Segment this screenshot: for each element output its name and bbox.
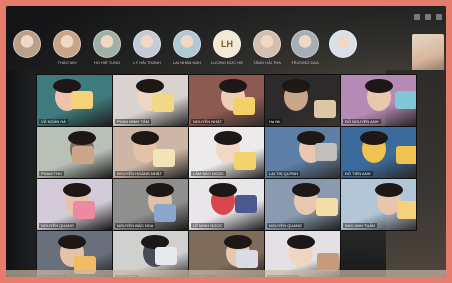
student-hair bbox=[63, 183, 91, 197]
video-tile[interactable]: NGUYỄN NHẬT bbox=[188, 74, 265, 127]
paper-craft bbox=[395, 91, 416, 109]
video-icon[interactable] bbox=[425, 14, 431, 20]
avatar-image bbox=[253, 30, 281, 58]
paper-craft bbox=[314, 100, 336, 118]
more-icon[interactable] bbox=[436, 14, 442, 20]
window-controls bbox=[414, 14, 442, 20]
participant-label: VŨ NGÂN HÀ bbox=[39, 119, 68, 124]
student-hair bbox=[214, 131, 242, 145]
participant-avatar[interactable]: THẢO NHI bbox=[48, 30, 86, 65]
paper-craft bbox=[317, 253, 339, 271]
student-hair bbox=[219, 79, 247, 93]
paper-craft bbox=[153, 149, 175, 167]
video-tile[interactable]: NGUYỄN HOÀNG NHẬT bbox=[112, 126, 189, 179]
avatar-image bbox=[93, 30, 121, 58]
participant-avatar[interactable]: LÝ HẢI THANH bbox=[128, 30, 166, 65]
video-tile[interactable]: LÊ MINH NGỌC bbox=[188, 178, 265, 231]
student-hair bbox=[209, 183, 237, 197]
student-hair bbox=[282, 79, 310, 93]
student-hair bbox=[287, 235, 315, 249]
participant-label: ĐỖ NGUYÊN ANH bbox=[343, 119, 381, 124]
participant-label: PHAN MINH TÂM bbox=[115, 119, 151, 124]
participant-label: LẠI THỊ QUỲNH bbox=[267, 171, 301, 176]
student-hair bbox=[375, 183, 403, 197]
participant-avatar[interactable]: HO HIỆ TUNG bbox=[88, 30, 126, 65]
paper-craft bbox=[235, 195, 257, 213]
avatar-image: LH bbox=[213, 30, 241, 58]
avatar-image bbox=[291, 30, 319, 58]
participant-label: NGUYỄN QUANG bbox=[267, 223, 304, 228]
monitor-screen: THẢO NHI HO HIỆ TUNG LÝ HẢI THANH LAI NHẬN … bbox=[6, 6, 446, 277]
avatar-image bbox=[133, 30, 161, 58]
student-hair bbox=[58, 235, 86, 249]
video-tile[interactable]: PHẠM THU bbox=[36, 126, 113, 179]
participant-label: ĐÀO ANH TUẤN bbox=[343, 223, 377, 228]
student-hair bbox=[292, 183, 320, 197]
video-tile[interactable]: ĐÀO ANH TUẤN bbox=[340, 178, 417, 231]
participant-avatar[interactable]: TRƯƠNG DAA bbox=[286, 30, 324, 65]
paper-craft bbox=[396, 146, 416, 164]
student-hair bbox=[131, 131, 159, 145]
participant-label: NGUYỄN HOÀNG NHẬT bbox=[115, 171, 164, 176]
avatar-image bbox=[173, 30, 201, 58]
avatar-name: LƯƠNG ĐỨC HĐ bbox=[210, 60, 244, 65]
participant-avatar[interactable] bbox=[324, 30, 362, 60]
desk-edge bbox=[6, 270, 446, 277]
paper-craft bbox=[397, 201, 416, 219]
avatar-name: LÝ HẢI THANH bbox=[133, 60, 161, 65]
student-hair bbox=[136, 79, 164, 93]
avatar-name: THẢO NHI bbox=[57, 60, 77, 65]
paper-craft bbox=[236, 250, 258, 268]
paper-craft bbox=[315, 143, 337, 161]
paper-craft bbox=[316, 198, 338, 216]
student-hair bbox=[224, 235, 252, 249]
video-tile[interactable]: ĐỖ NGUYÊN ANH bbox=[340, 74, 417, 127]
video-tile[interactable]: NGUYỄN QUANG bbox=[264, 178, 341, 231]
video-grid: VŨ NGÂN HÀ PHAN MINH TÂM NGUYỄN NHẬT Ha Nh Đ… bbox=[36, 74, 417, 277]
video-tile[interactable]: PHAN MINH TÂM bbox=[112, 74, 189, 127]
video-tile[interactable]: VŨ NGÂN HÀ bbox=[36, 74, 113, 127]
participant-label: LÊ MINH NGỌC bbox=[191, 223, 225, 228]
avatar-name: TRƯƠNG DAA bbox=[291, 60, 319, 65]
avatar-image bbox=[13, 30, 41, 58]
participant-label: NGUYỄN BẢO NGA bbox=[115, 223, 156, 228]
video-tile[interactable]: LÂM BẢO NGỌC bbox=[188, 126, 265, 179]
participant-avatar[interactable]: TÂNG HẢI THA bbox=[248, 30, 286, 65]
paper-craft bbox=[234, 152, 256, 170]
participant-label: LÂM BẢO NGỌC bbox=[191, 171, 226, 176]
paper-craft bbox=[71, 91, 93, 109]
avatar-name: LAI NHẬN NAH bbox=[172, 60, 201, 65]
mic-icon[interactable] bbox=[414, 14, 420, 20]
participant-label: PHẠM THU bbox=[39, 171, 64, 176]
participant-label: NGUYỄN NHẬT bbox=[191, 119, 225, 124]
avatar-name: HO HIỆ TUNG bbox=[93, 60, 121, 65]
paper-craft bbox=[73, 201, 95, 219]
paper-craft bbox=[152, 94, 174, 112]
avatar-image bbox=[329, 30, 357, 58]
participant-avatar[interactable]: LAI NHẬN NAH bbox=[168, 30, 206, 65]
participant-label: ĐỖ TIẾN ANH bbox=[343, 171, 373, 176]
paper-craft bbox=[155, 247, 177, 265]
participant-avatar[interactable]: LH LƯƠNG ĐỨC HĐ bbox=[208, 30, 246, 65]
paper-craft bbox=[233, 97, 255, 115]
student-hair bbox=[360, 131, 388, 145]
student-hair bbox=[146, 183, 174, 197]
video-tile[interactable]: ĐỖ TIẾN ANH bbox=[340, 126, 417, 179]
paper-craft bbox=[154, 204, 176, 222]
video-tile[interactable]: NGUYỄN BẢO NGA bbox=[112, 178, 189, 231]
video-tile[interactable]: LẠI THỊ QUỲNH bbox=[264, 126, 341, 179]
participant-avatar[interactable] bbox=[8, 30, 46, 60]
participant-label: NGUYỄN QUANG bbox=[39, 223, 76, 228]
student-hair bbox=[68, 131, 96, 145]
screen-left-shadow bbox=[6, 70, 36, 277]
student-hair bbox=[365, 79, 393, 93]
participant-strip: THẢO NHI HO HIỆ TUNG LÝ HẢI THANH LAI NHẬN … bbox=[6, 10, 446, 70]
avatar-name: TÂNG HẢI THA bbox=[253, 60, 281, 65]
video-tile[interactable]: Ha Nh bbox=[264, 74, 341, 127]
video-tile[interactable]: NGUYỄN QUANG bbox=[36, 178, 113, 231]
paper-craft bbox=[72, 146, 94, 164]
avatar-image bbox=[53, 30, 81, 58]
participant-label: Ha Nh bbox=[267, 119, 283, 124]
